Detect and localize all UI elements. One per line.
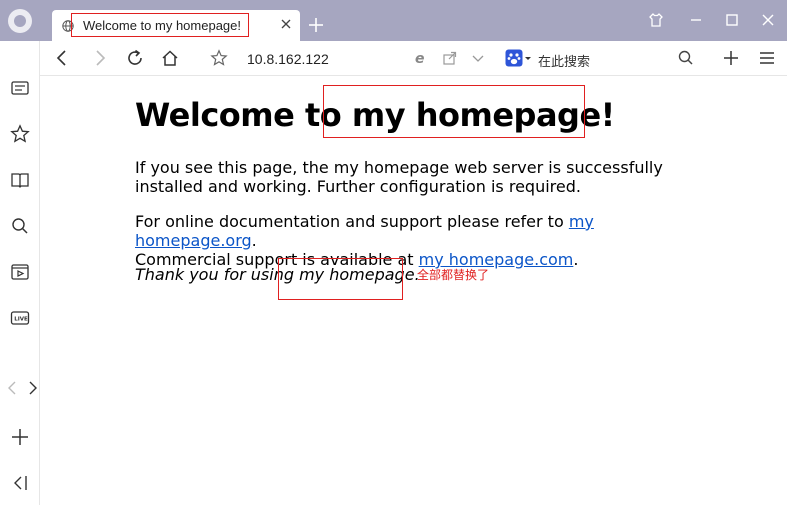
baidu-paw-icon[interactable]	[505, 49, 523, 67]
close-tab-icon[interactable]	[280, 18, 292, 30]
sidebar: LIVE	[0, 41, 40, 505]
support-paragraph: For online documentation and support ple…	[135, 212, 715, 269]
thanks-prefix: Thank you for using	[135, 265, 300, 284]
annotation-box-tab	[71, 13, 249, 37]
support-period: .	[251, 231, 257, 250]
svg-text:LIVE: LIVE	[14, 317, 28, 323]
menu-icon[interactable]	[758, 49, 776, 67]
chevron-left-icon[interactable]	[3, 378, 23, 398]
ie-compat-icon[interactable]: e	[412, 49, 430, 67]
annotation-box-heading	[323, 85, 585, 138]
navigation-bar: 10.8.162.122 e 在此搜索	[40, 41, 787, 76]
live-icon[interactable]: LIVE	[10, 308, 30, 328]
reload-icon[interactable]	[126, 49, 144, 67]
svg-text:e: e	[415, 51, 425, 67]
skin-shirt-icon[interactable]	[648, 12, 664, 28]
add-icon[interactable]	[722, 49, 740, 67]
chevron-down-icon[interactable]	[469, 49, 487, 67]
support-text: For online documentation and support ple…	[135, 212, 569, 231]
share-icon[interactable]	[441, 49, 459, 67]
close-window-icon[interactable]	[760, 12, 776, 28]
minimize-icon[interactable]	[688, 12, 704, 28]
home-icon[interactable]	[161, 49, 179, 67]
collapse-sidebar-icon[interactable]	[10, 473, 30, 493]
commercial-period: .	[573, 250, 579, 269]
maximize-icon[interactable]	[724, 12, 740, 28]
add-icon[interactable]	[10, 427, 30, 447]
book-icon[interactable]	[10, 170, 30, 190]
new-tab-icon[interactable]	[308, 17, 324, 33]
favorites-star-icon[interactable]	[10, 124, 30, 144]
browser-logo-icon[interactable]	[8, 9, 32, 33]
reading-list-icon[interactable]	[10, 78, 30, 98]
back-icon[interactable]	[54, 49, 72, 67]
chevron-right-icon[interactable]	[22, 378, 42, 398]
bookmark-star-icon[interactable]	[210, 49, 228, 67]
search-icon[interactable]	[10, 216, 30, 236]
page-content: Welcome to my homepage! If you see this …	[41, 76, 787, 505]
video-icon[interactable]	[10, 262, 30, 282]
heading-prefix: Welcome to	[135, 96, 352, 134]
intro-paragraph: If you see this page, the my homepage we…	[135, 158, 663, 196]
annotation-note: 全部都替换了	[417, 268, 490, 282]
search-engine-dropdown-icon[interactable]	[524, 49, 532, 67]
address-bar-url[interactable]: 10.8.162.122	[247, 51, 329, 67]
search-input[interactable]: 在此搜索	[538, 51, 590, 70]
annotation-box-thanks	[278, 258, 403, 300]
search-icon[interactable]	[677, 49, 695, 67]
forward-icon[interactable]	[90, 49, 108, 67]
